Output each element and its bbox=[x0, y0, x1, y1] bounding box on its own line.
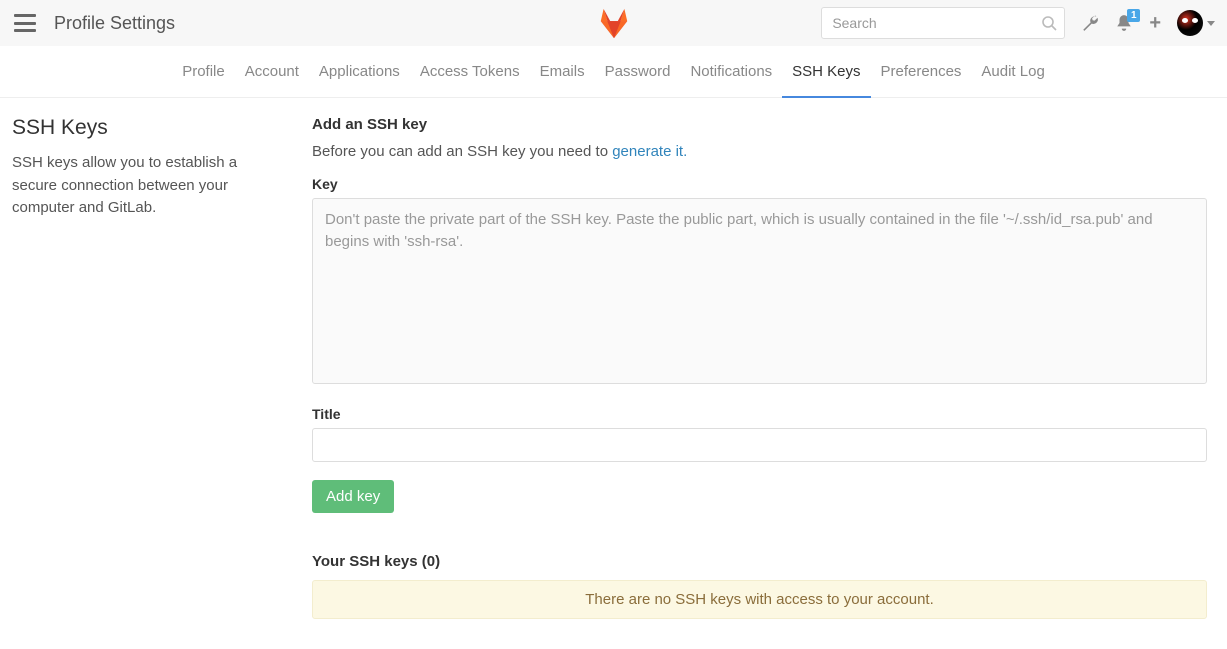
helper-text: Before you can add an SSH key you need t… bbox=[312, 143, 1207, 160]
sidebar-description: SSH keys allow you to establish a secure… bbox=[12, 152, 282, 220]
new-menu-plus-icon[interactable]: + bbox=[1149, 12, 1161, 35]
generate-link[interactable]: generate it. bbox=[612, 143, 687, 160]
title-input[interactable] bbox=[312, 428, 1207, 462]
key-label: Key bbox=[312, 176, 1207, 192]
profile-tabs: ProfileAccountApplicationsAccess TokensE… bbox=[0, 46, 1227, 98]
gitlab-logo-icon bbox=[597, 6, 631, 40]
avatar bbox=[1177, 10, 1203, 36]
title-field: Title bbox=[312, 406, 1207, 462]
sidebar: SSH Keys SSH keys allow you to establish… bbox=[12, 116, 312, 619]
chevron-down-icon bbox=[1207, 21, 1215, 26]
key-textarea[interactable] bbox=[312, 198, 1207, 384]
main: Add an SSH key Before you can add an SSH… bbox=[312, 116, 1215, 619]
tab-profile[interactable]: Profile bbox=[172, 46, 235, 98]
tab-ssh-keys[interactable]: SSH Keys bbox=[782, 46, 870, 98]
notification-badge: 1 bbox=[1127, 9, 1140, 22]
menu-toggle[interactable] bbox=[14, 14, 36, 32]
tab-access-tokens[interactable]: Access Tokens bbox=[410, 46, 530, 98]
tab-preferences[interactable]: Preferences bbox=[871, 46, 972, 98]
search-icon bbox=[1041, 15, 1057, 31]
search-input[interactable] bbox=[821, 7, 1065, 39]
page-title: Profile Settings bbox=[54, 13, 175, 34]
admin-wrench-icon[interactable] bbox=[1081, 14, 1099, 32]
tab-applications[interactable]: Applications bbox=[309, 46, 410, 98]
empty-keys-alert: There are no SSH keys with access to you… bbox=[312, 580, 1207, 619]
content: SSH Keys SSH keys allow you to establish… bbox=[0, 98, 1227, 649]
tab-emails[interactable]: Emails bbox=[530, 46, 595, 98]
search-wrap bbox=[821, 7, 1065, 39]
add-key-heading: Add an SSH key bbox=[312, 116, 1207, 133]
add-key-button[interactable]: Add key bbox=[312, 480, 394, 513]
gitlab-logo[interactable] bbox=[597, 6, 631, 40]
tab-notifications[interactable]: Notifications bbox=[680, 46, 782, 98]
your-keys-heading: Your SSH keys (0) bbox=[312, 553, 1207, 570]
sidebar-title: SSH Keys bbox=[12, 116, 282, 140]
helper-prefix: Before you can add an SSH key you need t… bbox=[312, 143, 612, 160]
tab-audit-log[interactable]: Audit Log bbox=[971, 46, 1054, 98]
notifications-icon[interactable]: 1 bbox=[1115, 14, 1133, 32]
topbar-right: 1 + bbox=[821, 7, 1215, 39]
title-label: Title bbox=[312, 406, 1207, 422]
tab-account[interactable]: Account bbox=[235, 46, 309, 98]
key-field: Key bbox=[312, 176, 1207, 388]
tab-password[interactable]: Password bbox=[595, 46, 681, 98]
topbar: Profile Settings bbox=[0, 0, 1227, 46]
user-menu[interactable] bbox=[1177, 10, 1215, 36]
